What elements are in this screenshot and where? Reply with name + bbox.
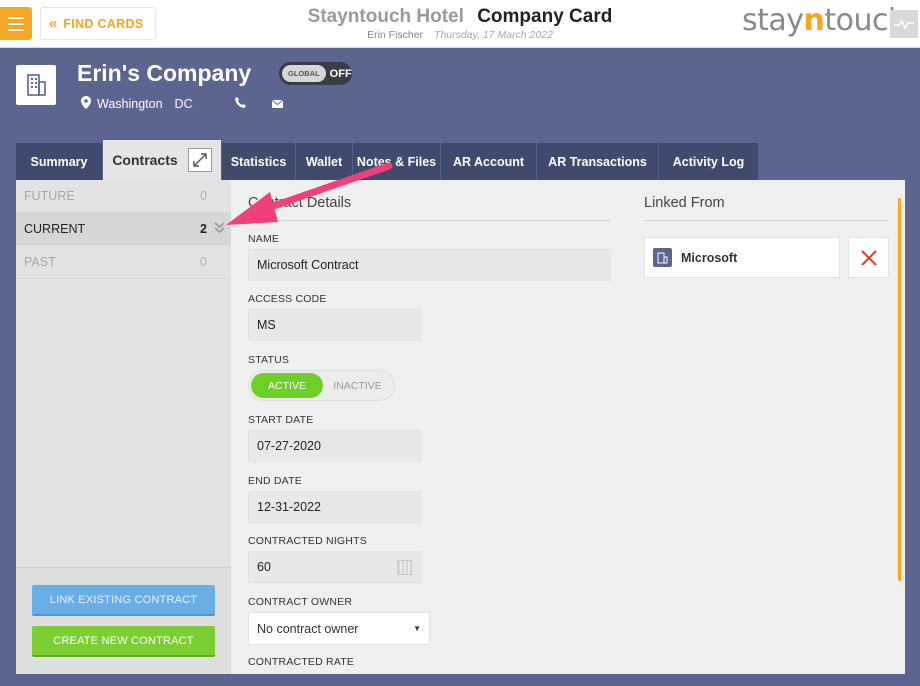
status-inactive-option[interactable]: INACTIVE: [323, 380, 392, 392]
find-cards-button[interactable]: « FIND CARDS: [40, 7, 156, 40]
tab-wallet[interactable]: Wallet: [296, 143, 353, 180]
company-card-tabs: Summary Contracts Statistics Wallet Note…: [16, 140, 759, 180]
scrollbar[interactable]: [898, 198, 901, 581]
status-active-option[interactable]: ACTIVE: [251, 373, 323, 398]
double-chevron-down-icon[interactable]: [214, 222, 225, 237]
top-bar: « FIND CARDS Stayntouch Hotel Company Ca…: [0, 0, 920, 48]
link-existing-contract-button[interactable]: LINK EXISTING CONTRACT: [32, 585, 215, 616]
contract-owner-value: No contract owner: [257, 621, 359, 636]
category-label: PAST: [24, 255, 56, 269]
page-title: Stayntouch Hotel Company Card: [280, 6, 640, 28]
contracted-nights-field[interactable]: 60: [248, 551, 421, 583]
hamburger-menu-icon[interactable]: [0, 7, 32, 40]
contract-list-panel: FUTURE 0 CURRENT 2 PAST 0 LINK EXISTING …: [16, 180, 231, 674]
linked-company-item[interactable]: Microsoft: [644, 237, 840, 278]
header-subtitle: Erin Fischer Thursday, 17 March 2022: [280, 29, 640, 41]
access-code-label: ACCESS CODE: [248, 293, 327, 305]
start-date-field[interactable]: 07-27-2020: [248, 430, 421, 462]
contracted-rate-label: CONTRACTED RATE: [248, 656, 355, 668]
tab-notes-files[interactable]: Notes & Files: [353, 143, 441, 180]
linked-company-name: Microsoft: [681, 250, 738, 265]
tab-ar-account[interactable]: AR Account: [441, 143, 537, 180]
contracted-nights-value: 60: [257, 560, 271, 574]
tab-activity-log[interactable]: Activity Log: [659, 143, 759, 180]
user-name: Erin Fischer: [367, 29, 424, 41]
contract-owner-select[interactable]: No contract owner ▼: [248, 612, 430, 645]
section-divider: [644, 220, 888, 221]
mail-icon[interactable]: [271, 97, 283, 111]
linked-from-title: Linked From: [644, 195, 725, 211]
category-count: 2: [200, 222, 207, 236]
card-title: Company Card: [477, 6, 613, 27]
company-state: DC: [174, 97, 193, 111]
category-current[interactable]: CURRENT 2: [16, 213, 231, 246]
contracted-nights-label: CONTRACTED NIGHTS: [248, 535, 367, 547]
category-label: FUTURE: [24, 189, 75, 203]
expand-icon[interactable]: [187, 148, 212, 172]
location-pin-icon: [81, 96, 91, 112]
company-meta: Washington DC: [81, 96, 283, 112]
global-toggle-knob: GLOBAL: [282, 65, 326, 82]
global-toggle[interactable]: GLOBAL OFF: [279, 62, 352, 85]
tab-contracts-label: Contracts: [112, 152, 178, 168]
status-label: STATUS: [248, 354, 290, 366]
business-date: Thursday, 17 March 2022: [434, 29, 553, 41]
contract-owner-label: CONTRACT OWNER: [248, 596, 353, 608]
remove-link-button[interactable]: [848, 237, 889, 278]
category-count: 0: [200, 189, 207, 203]
calendar-icon[interactable]: [397, 560, 412, 575]
contract-name-field[interactable]: Microsoft Contract: [248, 249, 611, 281]
find-cards-label: FIND CARDS: [63, 16, 144, 31]
company-name: Erin's Company: [77, 60, 252, 86]
end-date-field[interactable]: 12-31-2022: [248, 491, 421, 523]
status-toggle[interactable]: ACTIVE INACTIVE: [248, 370, 395, 401]
name-label: NAME: [248, 233, 280, 245]
category-label: CURRENT: [24, 222, 86, 236]
category-count: 0: [200, 255, 207, 269]
company-city: Washington: [97, 97, 163, 111]
start-date-label: START DATE: [248, 414, 314, 426]
double-chevron-left-icon: «: [49, 15, 58, 32]
tab-statistics[interactable]: Statistics: [222, 143, 296, 180]
tab-ar-transactions[interactable]: AR Transactions: [537, 143, 659, 180]
stayntouch-logo: stayntouch: [742, 3, 907, 38]
caret-down-icon: ▼: [413, 624, 421, 633]
tab-summary[interactable]: Summary: [16, 143, 103, 180]
create-new-contract-button[interactable]: CREATE NEW CONTRACT: [32, 626, 215, 657]
section-divider: [248, 220, 611, 221]
end-date-label: END DATE: [248, 475, 302, 487]
building-icon: [653, 248, 672, 267]
contract-details-panel: Contract Details NAME Microsoft Contract…: [231, 180, 905, 674]
close-icon: [860, 249, 877, 266]
contract-actions: LINK EXISTING CONTRACT CREATE NEW CONTRA…: [16, 567, 231, 674]
category-future[interactable]: FUTURE 0: [16, 180, 231, 213]
page-header: Stayntouch Hotel Company Card Erin Fisch…: [280, 6, 640, 41]
access-code-field[interactable]: MS: [248, 309, 421, 341]
company-building-icon: [16, 65, 56, 105]
tab-contracts[interactable]: Contracts: [103, 140, 222, 180]
global-toggle-state: OFF: [329, 67, 352, 80]
hotel-name: Stayntouch Hotel: [307, 6, 464, 27]
activity-pulse-icon[interactable]: [890, 10, 918, 38]
phone-icon[interactable]: [234, 97, 246, 111]
category-past[interactable]: PAST 0: [16, 246, 231, 279]
contract-details-title: Contract Details: [248, 195, 352, 211]
